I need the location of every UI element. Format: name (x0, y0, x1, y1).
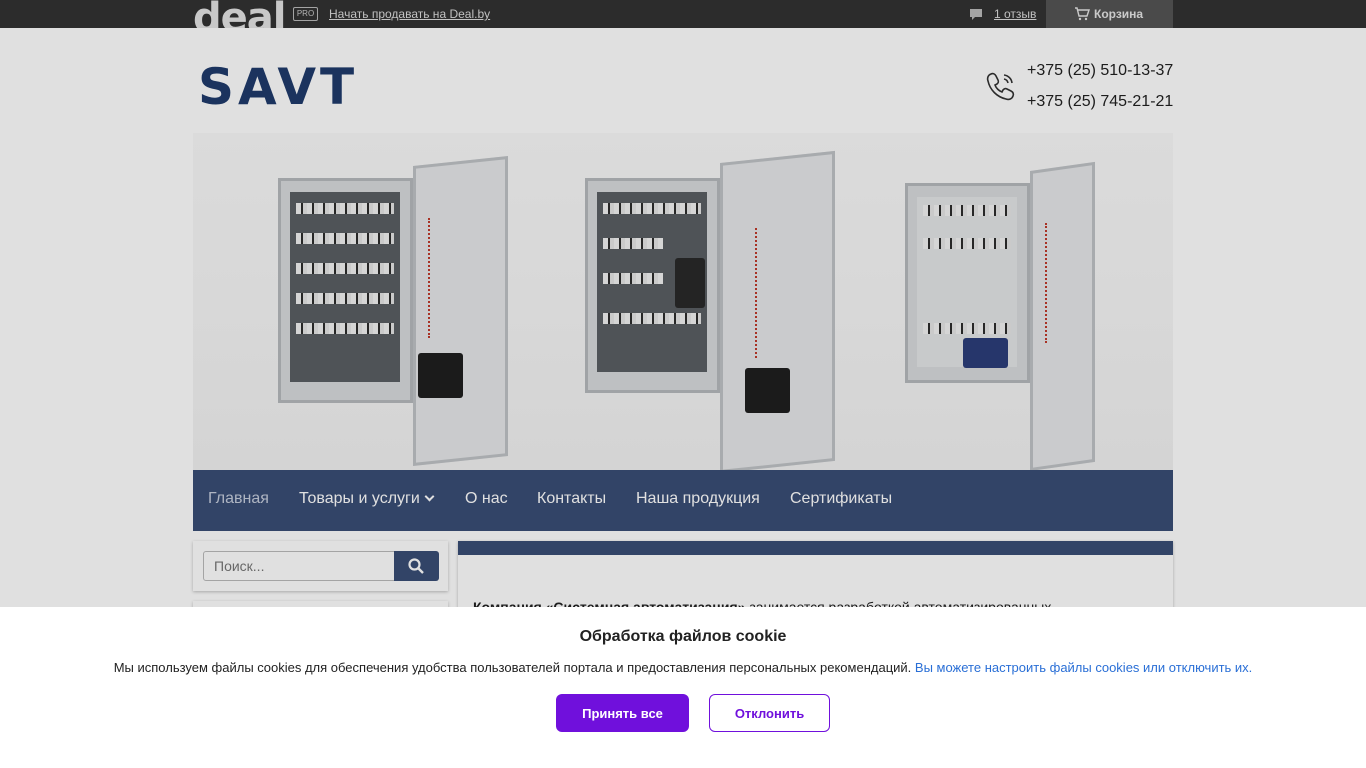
search-button[interactable] (394, 551, 439, 581)
cookie-title: Обработка файлов cookie (579, 628, 787, 645)
comment-icon (969, 8, 983, 25)
cart-icon (1074, 7, 1090, 24)
nav-item-home[interactable]: Главная (208, 490, 269, 508)
logo-text: SAVT (198, 62, 358, 108)
accept-all-button[interactable]: Принять все (556, 694, 689, 732)
decline-button[interactable]: Отклонить (709, 694, 830, 732)
nav-item-contacts[interactable]: Контакты (537, 490, 606, 508)
cookie-banner: Обработка файлов cookie Мы используем фа… (0, 607, 1366, 768)
start-selling-link[interactable]: Начать продавать на Deal.by (329, 7, 490, 21)
chevron-down-icon (424, 491, 435, 502)
pro-badge: PRO (293, 7, 318, 21)
phone-number-1[interactable]: +375 (25) 510-13-37 (1027, 62, 1173, 80)
nav-item-about[interactable]: О нас (465, 490, 508, 508)
cookie-settings-link[interactable]: Вы можете настроить файлы cookies или от… (915, 660, 1252, 675)
search-input[interactable] (203, 551, 395, 581)
content-header-strip (458, 541, 1173, 555)
cart-label: Корзина (1094, 7, 1144, 21)
hero-banner (193, 133, 1173, 473)
nav-item-our-products[interactable]: Наша продукция (636, 490, 760, 508)
top-bar: deal PRO Начать продавать на Deal.by 1 о… (0, 0, 1366, 40)
phone-number-2[interactable]: +375 (25) 745-21-21 (1027, 93, 1173, 111)
cookie-text: Мы используем файлы cookies для обеспече… (0, 660, 1366, 675)
cart-button[interactable]: Корзина (1046, 0, 1173, 28)
reviews-link[interactable]: 1 отзыв (994, 7, 1036, 21)
savt-logo[interactable]: SAVT (198, 58, 388, 116)
phone-icon (985, 70, 1017, 107)
nav-item-certificates[interactable]: Сертификаты (790, 490, 892, 508)
nav-item-label: Товары и услуги (299, 490, 420, 507)
search-icon (408, 558, 424, 579)
search-box (193, 541, 448, 591)
nav-item-products-services[interactable]: Товары и услуги (299, 490, 435, 508)
main-nav: Главная Товары и услуги О нас Контакты Н… (193, 470, 1173, 531)
cookie-message: Мы используем файлы cookies для обеспече… (113, 660, 912, 675)
